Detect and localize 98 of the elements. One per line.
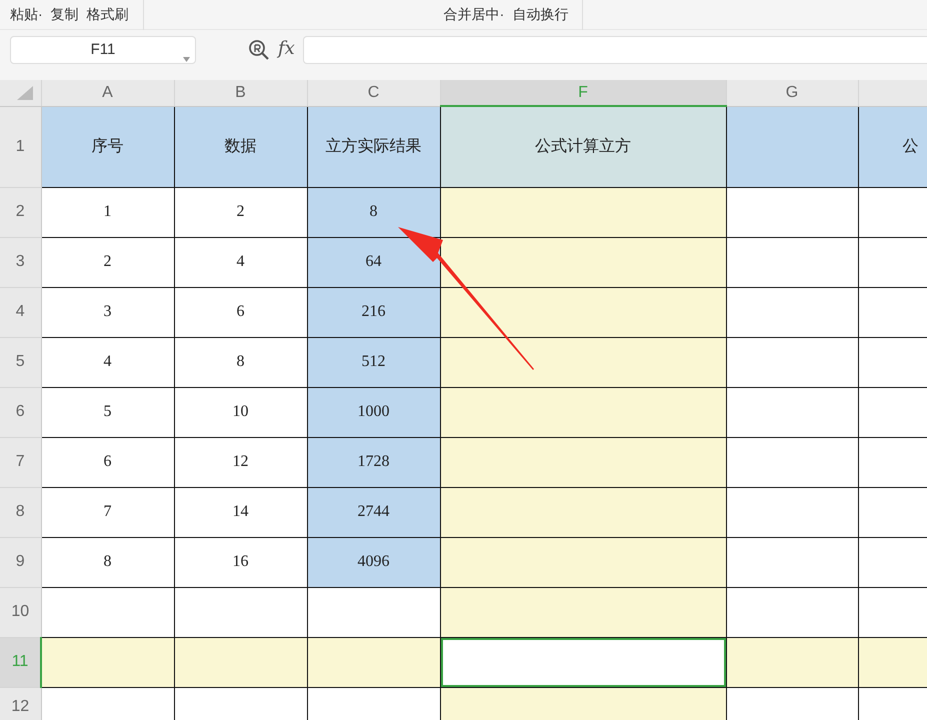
row-header[interactable]: 5 [0, 337, 41, 387]
table-cell[interactable]: 4 [41, 337, 174, 387]
row-header[interactable]: 2 [0, 187, 41, 237]
table-cell[interactable] [440, 537, 726, 587]
toolbar-button[interactable]: 自动换行 [512, 4, 568, 25]
table-cell[interactable] [307, 687, 440, 720]
table-cell[interactable] [726, 487, 858, 537]
table-cell[interactable] [858, 587, 927, 637]
caret-icon [183, 56, 190, 62]
table-cell[interactable] [41, 637, 174, 687]
table-cell[interactable]: 3 [41, 287, 174, 337]
toolbar-button[interactable]: 粘贴· [10, 4, 43, 25]
toolbar-button[interactable]: 格式刷 [86, 4, 129, 25]
table-cell[interactable] [307, 587, 440, 637]
row-header[interactable]: 8 [0, 487, 41, 537]
table-cell[interactable] [440, 687, 726, 720]
table-cell[interactable] [858, 287, 927, 337]
table-cell[interactable]: 4096 [307, 537, 440, 587]
table-cell[interactable] [440, 387, 726, 437]
table-cell[interactable]: 5 [41, 387, 174, 437]
table-cell[interactable] [174, 587, 307, 637]
table-cell[interactable]: 64 [307, 237, 440, 287]
table-cell[interactable]: 8 [174, 337, 307, 387]
table-cell[interactable]: 8 [41, 537, 174, 587]
row-header[interactable]: 6 [0, 387, 41, 437]
table-cell[interactable] [858, 687, 927, 720]
row-header[interactable]: 3 [0, 237, 41, 287]
table-cell[interactable] [858, 537, 927, 587]
row-header[interactable]: 4 [0, 287, 41, 337]
table-cell[interactable]: 6 [174, 287, 307, 337]
table-cell[interactable]: 序号 [41, 106, 174, 187]
table-cell[interactable] [307, 637, 440, 687]
table-cell[interactable]: 立方实际结果 [307, 106, 440, 187]
table-cell[interactable]: 8 [307, 187, 440, 237]
table-cell[interactable] [858, 437, 927, 487]
table-cell[interactable]: 10 [174, 387, 307, 437]
table-cell[interactable] [440, 287, 726, 337]
table-cell[interactable] [440, 437, 726, 487]
table-cell[interactable] [858, 387, 927, 437]
table-cell[interactable]: 16 [174, 537, 307, 587]
column-header[interactable]: G [726, 80, 858, 106]
table-cell[interactable] [858, 487, 927, 537]
table-cell[interactable]: 12 [174, 437, 307, 487]
column-header[interactable]: A [41, 80, 174, 106]
table-cell[interactable]: 2 [41, 237, 174, 287]
table-cell[interactable]: 1728 [307, 437, 440, 487]
table-cell[interactable] [440, 187, 726, 237]
table-cell[interactable]: 6 [41, 437, 174, 487]
table-cell[interactable] [858, 337, 927, 387]
table-cell[interactable] [440, 487, 726, 537]
row-header[interactable]: 12 [0, 687, 41, 720]
table-cell[interactable]: 公式计算立方 [440, 106, 726, 187]
table-cell[interactable]: 数据 [174, 106, 307, 187]
row-header[interactable]: 7 [0, 437, 41, 487]
table-cell[interactable] [726, 187, 858, 237]
table-cell[interactable]: 公 [858, 106, 927, 187]
table-cell[interactable] [726, 337, 858, 387]
row-header[interactable]: 10 [0, 587, 41, 637]
zoom-icon[interactable] [248, 38, 270, 61]
formula-input[interactable] [302, 36, 927, 64]
table-cell[interactable]: 216 [307, 287, 440, 337]
row-header[interactable]: 9 [0, 537, 41, 587]
table-cell[interactable]: 14 [174, 487, 307, 537]
name-box[interactable]: F11 [10, 36, 196, 64]
column-header[interactable]: B [174, 80, 307, 106]
table-cell[interactable] [440, 637, 726, 687]
table-cell[interactable] [440, 237, 726, 287]
table-cell[interactable] [726, 637, 858, 687]
table-cell[interactable] [726, 287, 858, 337]
table-cell[interactable]: 2744 [307, 487, 440, 537]
table-cell[interactable] [726, 237, 858, 287]
table-cell[interactable] [858, 637, 927, 687]
table-cell[interactable]: 1 [41, 187, 174, 237]
table-cell[interactable] [726, 687, 858, 720]
table-cell[interactable]: 7 [41, 487, 174, 537]
table-cell[interactable] [858, 187, 927, 237]
table-cell[interactable] [726, 387, 858, 437]
table-cell[interactable] [174, 637, 307, 687]
table-cell[interactable] [726, 106, 858, 187]
table-cell[interactable] [41, 587, 174, 637]
table-cell[interactable]: 4 [174, 237, 307, 287]
table-cell[interactable] [440, 587, 726, 637]
table-cell[interactable] [726, 587, 858, 637]
table-cell[interactable] [41, 687, 174, 720]
corner-triangle-icon [17, 86, 34, 100]
toolbar-button[interactable]: 合并居中· [444, 4, 504, 25]
toolbar-button[interactable]: 复制 [50, 4, 79, 25]
table-cell[interactable]: 1000 [307, 387, 440, 437]
table-cell[interactable] [174, 687, 307, 720]
table-cell[interactable] [440, 337, 726, 387]
table-cell[interactable] [726, 437, 858, 487]
column-header[interactable]: C [307, 80, 440, 106]
table-cell[interactable]: 512 [307, 337, 440, 387]
table-cell[interactable] [726, 537, 858, 587]
row-header[interactable]: 1 [0, 106, 41, 187]
table-cell[interactable]: 2 [174, 187, 307, 237]
table-cell[interactable] [858, 237, 927, 287]
function-button[interactable]: fx [278, 34, 295, 62]
